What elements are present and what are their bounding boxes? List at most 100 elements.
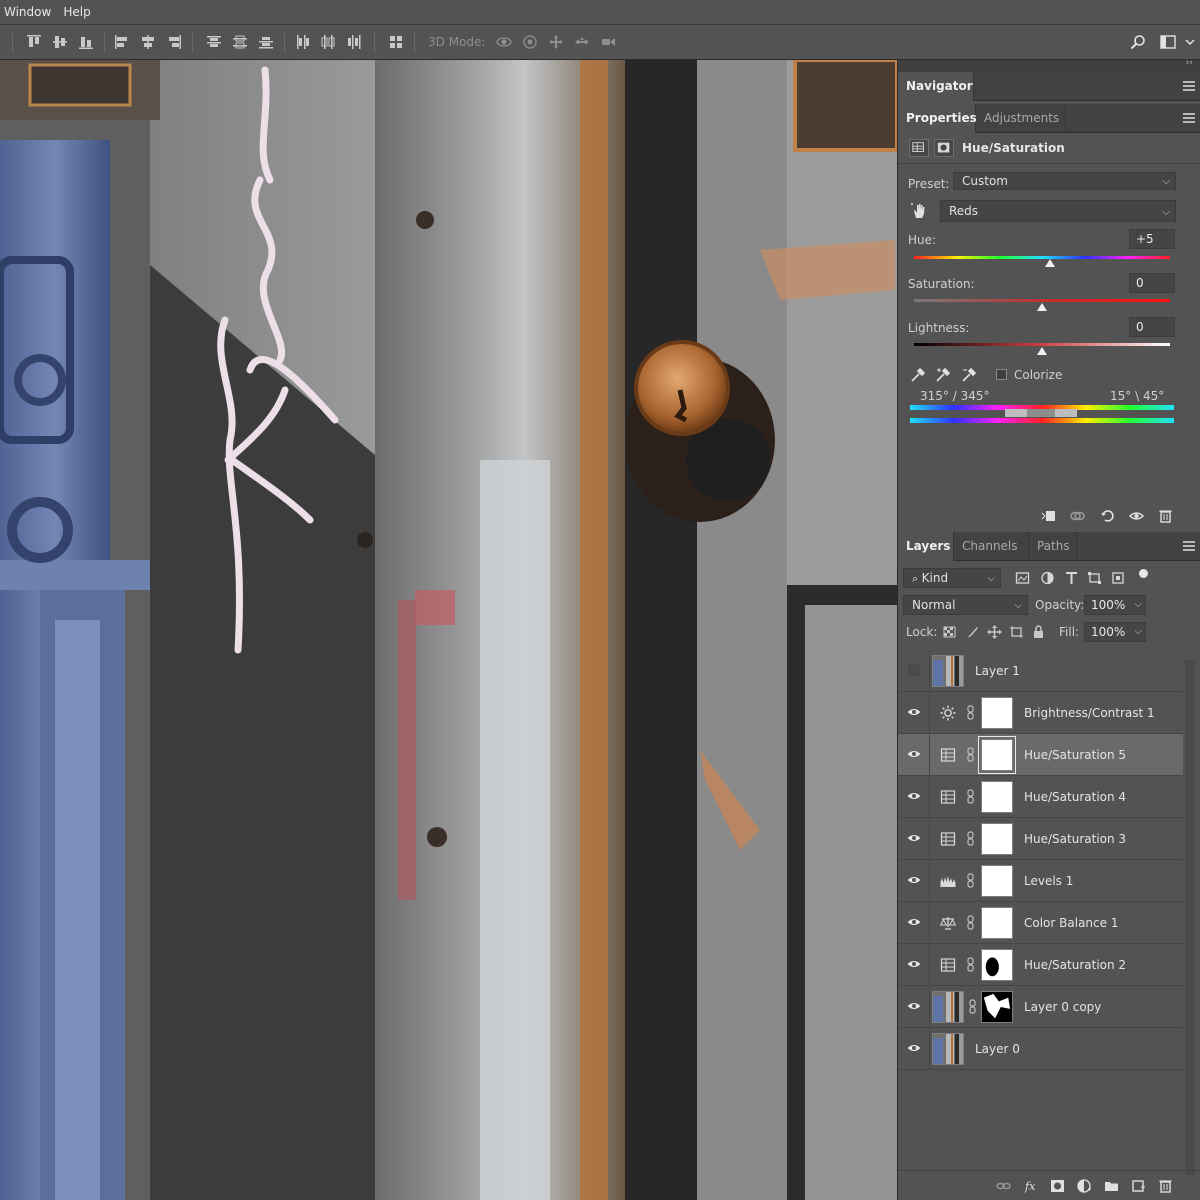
tab-paths[interactable]: Paths: [1029, 532, 1077, 561]
filter-toggle-icon[interactable]: [1139, 569, 1148, 578]
3d-scale-icon[interactable]: [600, 34, 616, 50]
levels-icon[interactable]: [940, 873, 956, 889]
filter-pixel-icon[interactable]: [1015, 571, 1030, 585]
layer-row[interactable]: Levels 1: [898, 860, 1183, 902]
link-layers-icon[interactable]: [996, 1179, 1011, 1193]
chevron-down-icon[interactable]: ⌵: [1134, 623, 1142, 641]
tab-navigator[interactable]: Navigator: [898, 72, 974, 101]
menu-window[interactable]: Window: [0, 0, 59, 25]
lock-transparent-icon[interactable]: [942, 625, 957, 639]
color-balance-icon[interactable]: [940, 915, 956, 931]
align-top-icon[interactable]: [26, 34, 42, 50]
eyedropper-add-icon[interactable]: [935, 367, 951, 383]
layer-row[interactable]: Brightness/Contrast 1: [898, 692, 1183, 734]
mask-thumbnail[interactable]: [981, 991, 1013, 1023]
preset-select[interactable]: Custom ⌵: [953, 172, 1176, 190]
layers-scrollbar[interactable]: [1185, 660, 1195, 1175]
mask-thumbnail[interactable]: [981, 865, 1013, 897]
hue-saturation-icon[interactable]: [940, 957, 956, 973]
panel-menu-icon[interactable]: [1183, 81, 1195, 91]
lightness-slider-track[interactable]: [914, 343, 1170, 346]
layer-row[interactable]: Hue/Saturation 5: [898, 734, 1183, 776]
mask-thumbnail[interactable]: [978, 736, 1016, 774]
menu-help[interactable]: Help: [59, 0, 98, 25]
distribute-right-icon[interactable]: [346, 34, 362, 50]
color-range-selector[interactable]: [1005, 409, 1077, 417]
layer-row[interactable]: Color Balance 1: [898, 902, 1183, 944]
distribute-vcenter-icon[interactable]: [232, 34, 248, 50]
color-range-core[interactable]: [1027, 409, 1055, 417]
add-mask-icon[interactable]: [1050, 1179, 1065, 1193]
new-adjustment-layer-icon[interactable]: [1077, 1179, 1092, 1193]
layer-row[interactable]: Hue/Saturation 2: [898, 944, 1183, 986]
saturation-slider-track[interactable]: [914, 299, 1170, 302]
layer-row[interactable]: Hue/Saturation 3: [898, 818, 1183, 860]
new-layer-icon[interactable]: [1131, 1179, 1146, 1193]
eyedropper-subtract-icon[interactable]: [961, 367, 977, 383]
filter-adjustment-icon[interactable]: [1040, 571, 1055, 585]
chevron-down-icon[interactable]: ⌵: [1134, 596, 1142, 614]
mask-thumbnail[interactable]: [981, 907, 1013, 939]
fx-icon[interactable]: fx: [1024, 1179, 1039, 1193]
hue-saturation-icon[interactable]: [940, 831, 956, 847]
mask-thumbnail[interactable]: [981, 697, 1013, 729]
blend-mode-select[interactable]: Normal ⌵: [903, 595, 1028, 615]
chain-link-icon[interactable]: [969, 999, 976, 1014]
channel-select[interactable]: Reds ⌵: [940, 200, 1176, 222]
toggle-visibility-icon[interactable]: [1129, 509, 1144, 523]
lock-brush-icon[interactable]: [965, 625, 980, 639]
lock-all-icon[interactable]: [1031, 625, 1046, 639]
layer-row[interactable]: Layer 0 copy: [898, 986, 1183, 1028]
layer-name[interactable]: Color Balance 1: [1024, 916, 1118, 930]
trash-icon[interactable]: [1158, 509, 1173, 523]
eye-icon[interactable]: [907, 707, 921, 717]
colorize-checkbox[interactable]: [996, 369, 1007, 380]
chain-link-icon[interactable]: [967, 915, 974, 930]
distribute-hcenter-icon[interactable]: [320, 34, 336, 50]
3d-roll-icon[interactable]: [522, 34, 538, 50]
distribute-top-icon[interactable]: [206, 34, 222, 50]
filter-type-icon[interactable]: [1064, 571, 1079, 585]
reset-icon[interactable]: [1100, 509, 1115, 523]
layer-name[interactable]: Layer 1: [975, 664, 1020, 678]
panel-menu-icon[interactable]: [1183, 113, 1195, 123]
double-chevron-icon[interactable]: ››: [1186, 58, 1193, 68]
chain-link-icon[interactable]: [967, 831, 974, 846]
lightness-slider-thumb[interactable]: [1037, 347, 1047, 355]
eye-icon[interactable]: [907, 959, 921, 969]
hue-saturation-icon[interactable]: [940, 747, 956, 763]
distribute-left-icon[interactable]: [294, 34, 310, 50]
search-icon[interactable]: [1130, 34, 1146, 50]
delete-layer-icon[interactable]: [1158, 1179, 1173, 1193]
layer-name[interactable]: Layer 0: [975, 1042, 1020, 1056]
lightness-input[interactable]: 0: [1129, 317, 1175, 337]
adjustment-type-icon[interactable]: [909, 139, 929, 157]
mask-thumbnail[interactable]: [981, 781, 1013, 813]
visibility-toggle-empty[interactable]: [908, 664, 920, 676]
tab-properties[interactable]: Properties: [898, 104, 977, 133]
lock-artboard-icon[interactable]: [1009, 625, 1024, 639]
align-right-icon[interactable]: [166, 34, 182, 50]
layer-name[interactable]: Hue/Saturation 3: [1024, 832, 1126, 846]
workspace-icon[interactable]: [1160, 34, 1176, 50]
layer-name[interactable]: Brightness/Contrast 1: [1024, 706, 1155, 720]
eye-icon[interactable]: [907, 875, 921, 885]
chain-link-icon[interactable]: [967, 873, 974, 888]
eye-icon[interactable]: [907, 749, 921, 759]
align-bottom-icon[interactable]: [78, 34, 94, 50]
hue-slider-thumb[interactable]: [1044, 259, 1055, 267]
dock-collapse-strip[interactable]: ››: [898, 58, 1200, 72]
opacity-input[interactable]: 100% ⌵: [1084, 595, 1146, 615]
tab-channels[interactable]: Channels: [954, 532, 1029, 561]
chain-link-icon[interactable]: [967, 705, 974, 720]
3d-slide-icon[interactable]: [574, 34, 590, 50]
layer-name[interactable]: Levels 1: [1024, 874, 1073, 888]
align-vcenter-icon[interactable]: [52, 34, 68, 50]
align-hcenter-icon[interactable]: [140, 34, 156, 50]
hue-slider-track[interactable]: [914, 256, 1170, 259]
layer-thumbnail[interactable]: [932, 1033, 964, 1065]
chain-link-icon[interactable]: [967, 789, 974, 804]
filter-shape-icon[interactable]: [1087, 571, 1102, 585]
align-left-icon[interactable]: [114, 34, 130, 50]
lock-position-icon[interactable]: [987, 625, 1002, 639]
